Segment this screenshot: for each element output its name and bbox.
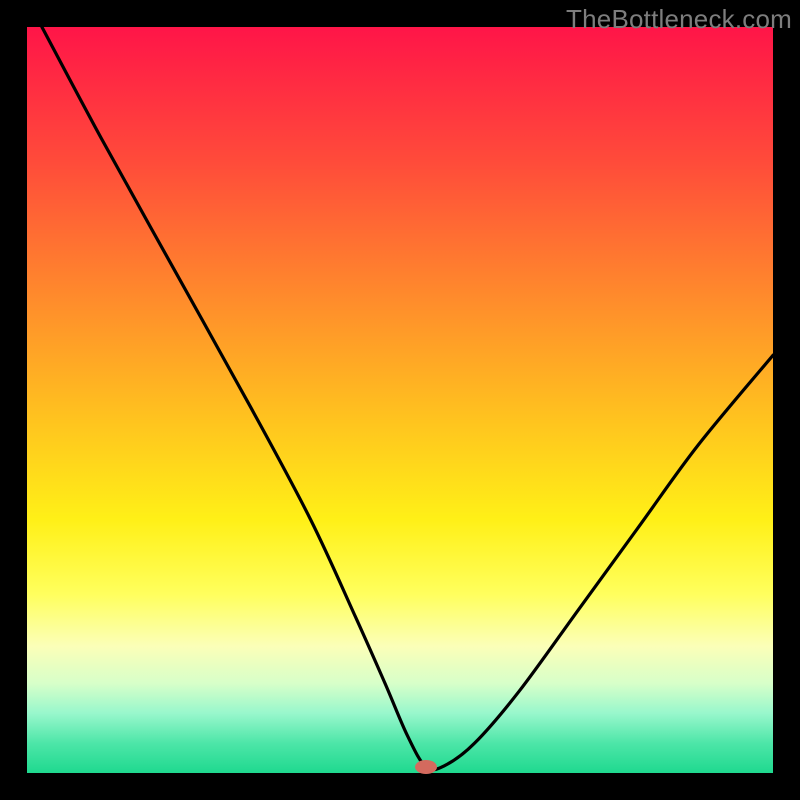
chart-frame: TheBottleneck.com [0, 0, 800, 800]
bottleneck-curve-path [42, 27, 773, 770]
optimal-point-marker [415, 760, 437, 774]
plot-area [27, 27, 773, 773]
watermark-text: TheBottleneck.com [566, 4, 792, 35]
curve-svg [27, 27, 773, 773]
